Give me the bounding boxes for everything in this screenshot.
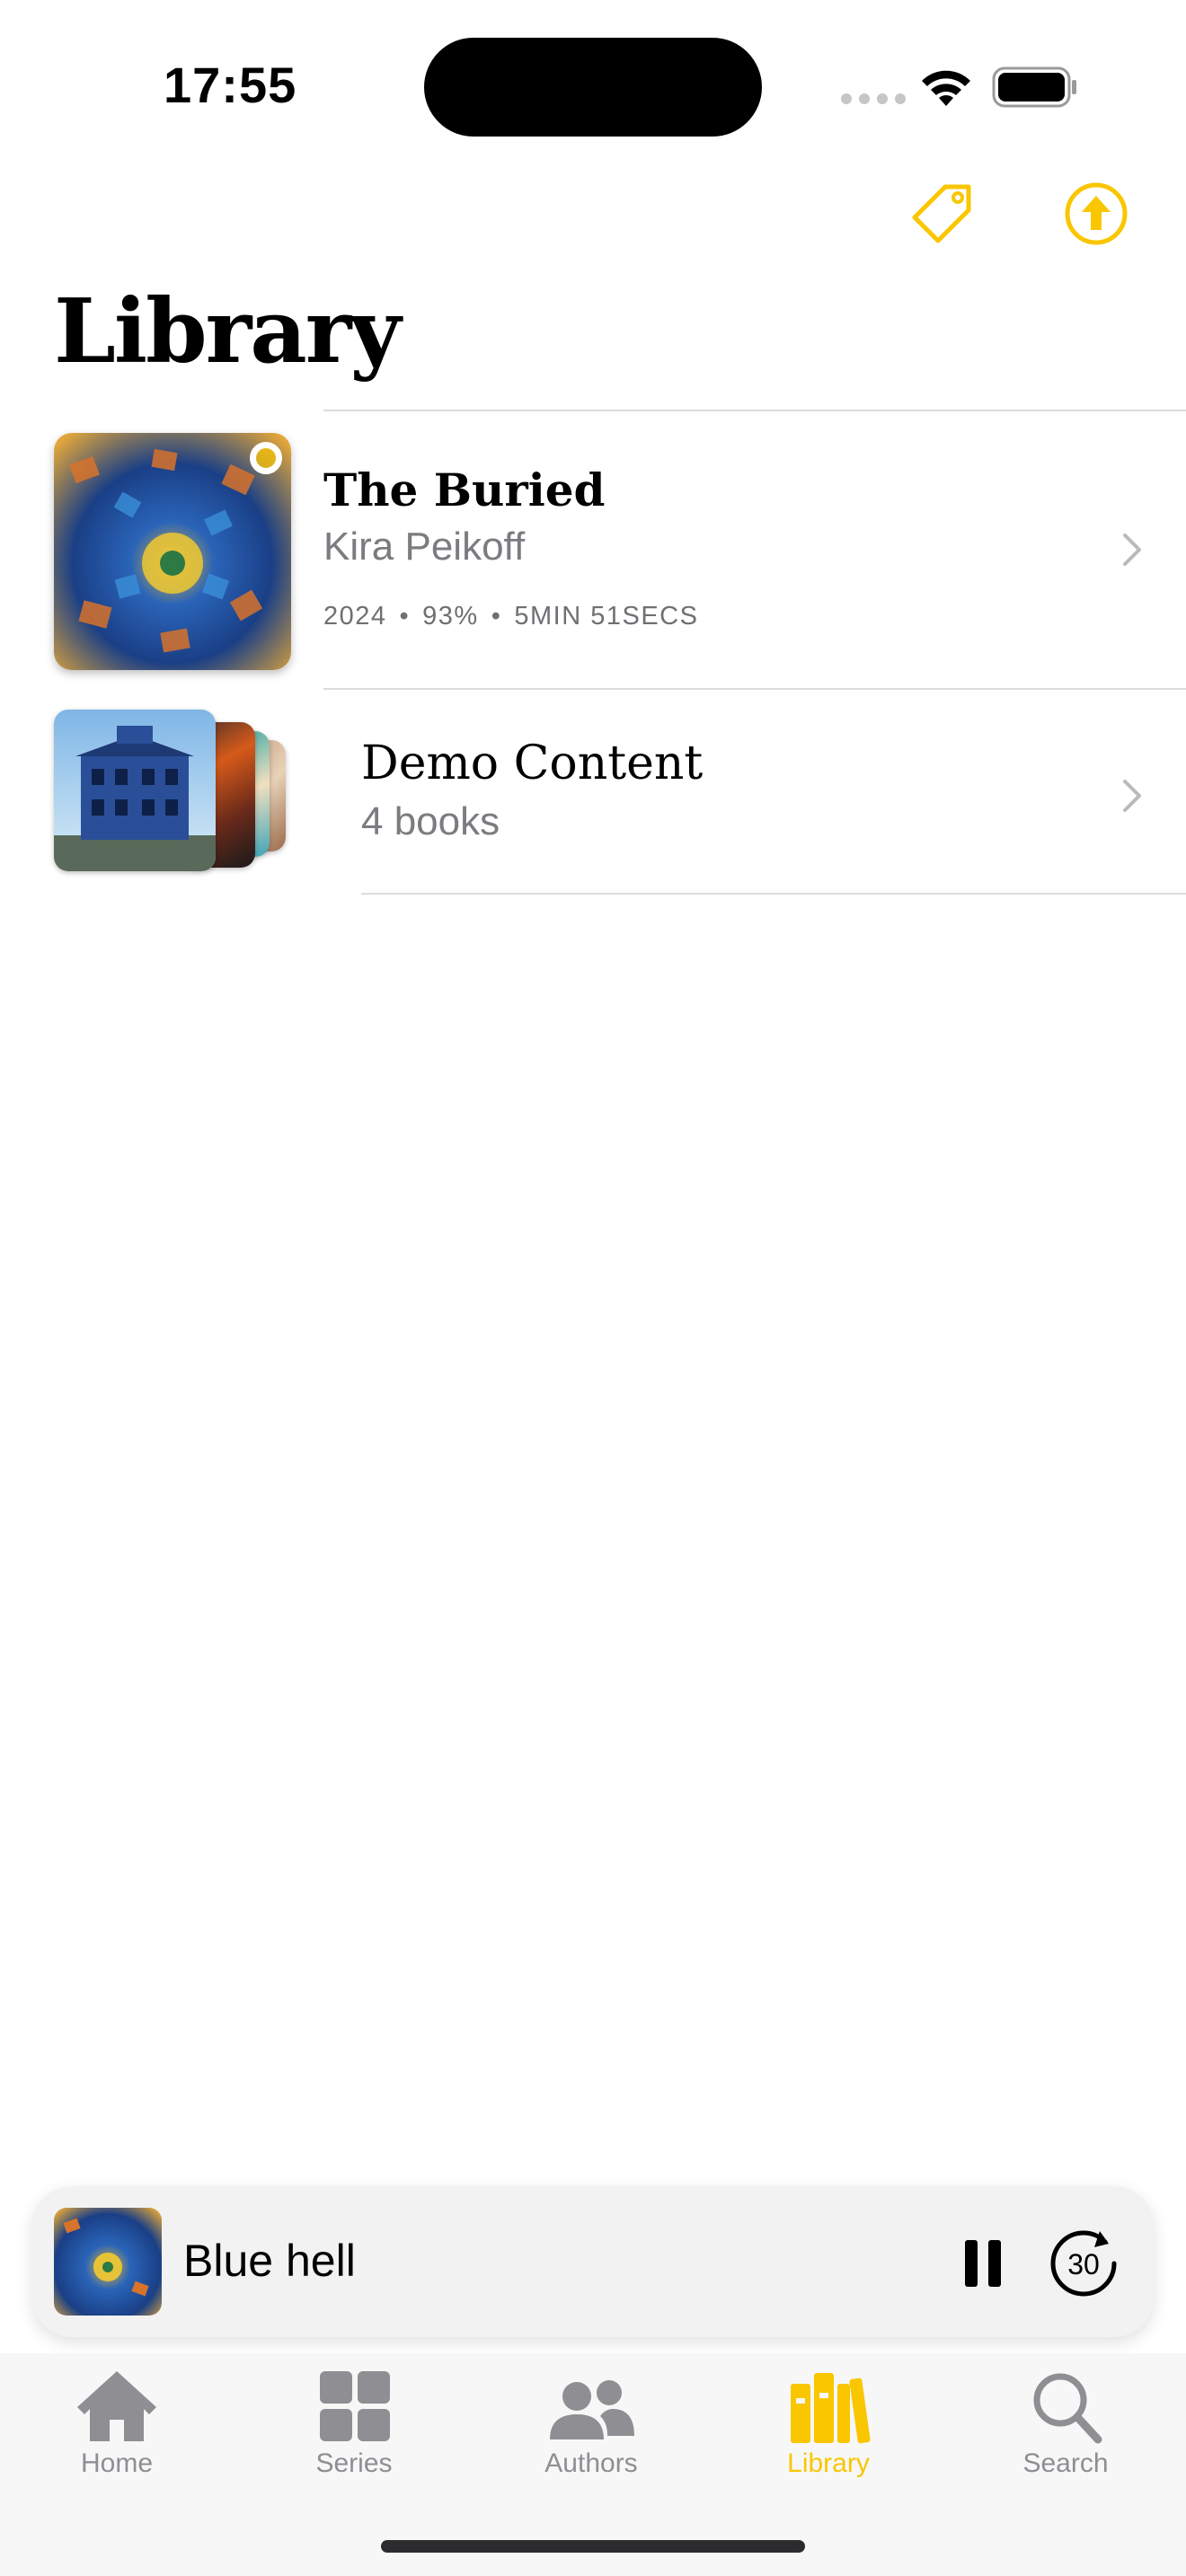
chevron-right-icon xyxy=(1123,780,1141,812)
book-year: 2024 xyxy=(323,602,387,631)
collection-cover xyxy=(54,710,216,871)
tag-button[interactable] xyxy=(906,176,981,251)
pause-icon xyxy=(965,2240,1001,2287)
skip-forward-30-icon[interactable]: 30 xyxy=(1040,2220,1127,2307)
book-row-the-buried[interactable]: The Buried Kira Peikoff 2024 • 93% • 5MI… xyxy=(0,410,1186,686)
book-title: The Buried xyxy=(323,463,606,516)
books-icon xyxy=(791,2373,871,2444)
meta-dot: • xyxy=(399,602,411,631)
tab-authors[interactable]: Authors xyxy=(501,2353,681,2497)
book-meta: 2024 • 93% • 5MIN 51SECS xyxy=(323,602,698,631)
tab-label: Series xyxy=(315,2448,393,2478)
meta-dot: • xyxy=(491,602,502,631)
people-icon xyxy=(550,2380,634,2439)
upload-button[interactable] xyxy=(1058,176,1134,251)
tab-label: Library xyxy=(787,2448,870,2478)
now-playing-title: Blue hell xyxy=(183,2236,356,2286)
tab-label: Authors xyxy=(544,2448,638,2478)
tab-search[interactable]: Search xyxy=(976,2353,1155,2497)
tag-icon xyxy=(912,184,971,243)
collection-title: Demo Content xyxy=(361,737,704,790)
grid-icon xyxy=(320,2371,390,2441)
collection-count: 4 books xyxy=(361,799,500,843)
dynamic-island xyxy=(424,38,762,137)
house-icon xyxy=(77,2371,156,2441)
home-indicator xyxy=(381,2540,805,2553)
book-remaining-time: 5MIN 51SECS xyxy=(514,602,699,631)
wifi-icon xyxy=(922,70,970,106)
now-playing-artwork xyxy=(54,2208,162,2316)
book-author: Kira Peikoff xyxy=(323,525,526,569)
cellular-signal-icon xyxy=(841,93,906,104)
page-title: Library xyxy=(54,280,401,384)
pause-button[interactable] xyxy=(947,2228,1019,2299)
tab-label: Home xyxy=(80,2448,154,2478)
tab-library[interactable]: Library xyxy=(739,2353,918,2497)
tab-series[interactable]: Series xyxy=(264,2353,444,2497)
mini-player[interactable]: Blue hell 30 xyxy=(32,2186,1154,2337)
book-progress: 93% xyxy=(422,602,479,631)
divider xyxy=(361,893,1186,895)
magnifier-icon xyxy=(1033,2373,1102,2444)
tab-home[interactable]: Home xyxy=(27,2353,207,2497)
upload-circle-icon xyxy=(1065,182,1128,245)
battery-icon xyxy=(992,66,1076,108)
book-cover xyxy=(54,433,291,670)
svg-text:30: 30 xyxy=(1067,2248,1100,2280)
collection-row-demo-content[interactable]: Demo Content 4 books xyxy=(0,690,1186,896)
collection-cover-stack xyxy=(54,710,314,880)
chevron-right-icon xyxy=(1123,534,1141,566)
status-time: 17:55 xyxy=(164,57,297,113)
tab-label: Search xyxy=(1022,2448,1109,2478)
progress-ring-icon xyxy=(250,442,282,474)
